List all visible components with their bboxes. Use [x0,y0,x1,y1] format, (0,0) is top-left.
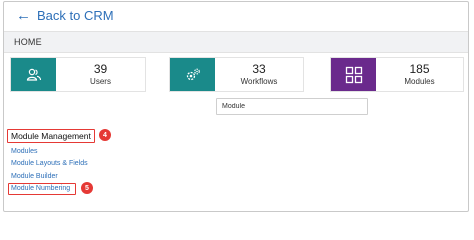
back-label: Back to CRM [37,8,114,23]
main-panel: ← Back to CRM HOME 39 Users 33 Workflows… [3,1,469,212]
module-builder-link[interactable]: Module Builder [11,173,58,180]
users-card[interactable]: 39 Users [10,57,146,92]
users-label: Users [90,76,111,86]
search-input[interactable] [216,98,368,115]
modules-label: Modules [404,76,435,86]
users-icon [11,58,56,91]
users-count: 39 [93,61,108,76]
breadcrumb-home: HOME [14,37,42,47]
modules-card[interactable]: 185 Modules [330,57,464,92]
module-layouts-fields-link[interactable]: Module Layouts & Fields [11,160,88,167]
breadcrumb: HOME [4,31,468,53]
arrow-left-icon: ← [16,7,31,24]
annotation-badge-5: 5 [81,182,93,194]
grid-icon [331,58,376,91]
module-management-heading: Module Management [7,129,95,143]
annotation-badge-4: 4 [99,129,111,141]
modules-link[interactable]: Modules [11,148,37,155]
module-numbering-link[interactable]: Module Numbering [11,185,70,192]
workflows-count: 33 [252,61,266,76]
workflow-gear-icon [170,58,215,91]
back-to-crm-link[interactable]: ← Back to CRM [16,8,114,23]
workflows-label: Workflows [240,76,278,86]
workflows-card[interactable]: 33 Workflows [169,57,304,92]
modules-count: 185 [409,61,430,76]
